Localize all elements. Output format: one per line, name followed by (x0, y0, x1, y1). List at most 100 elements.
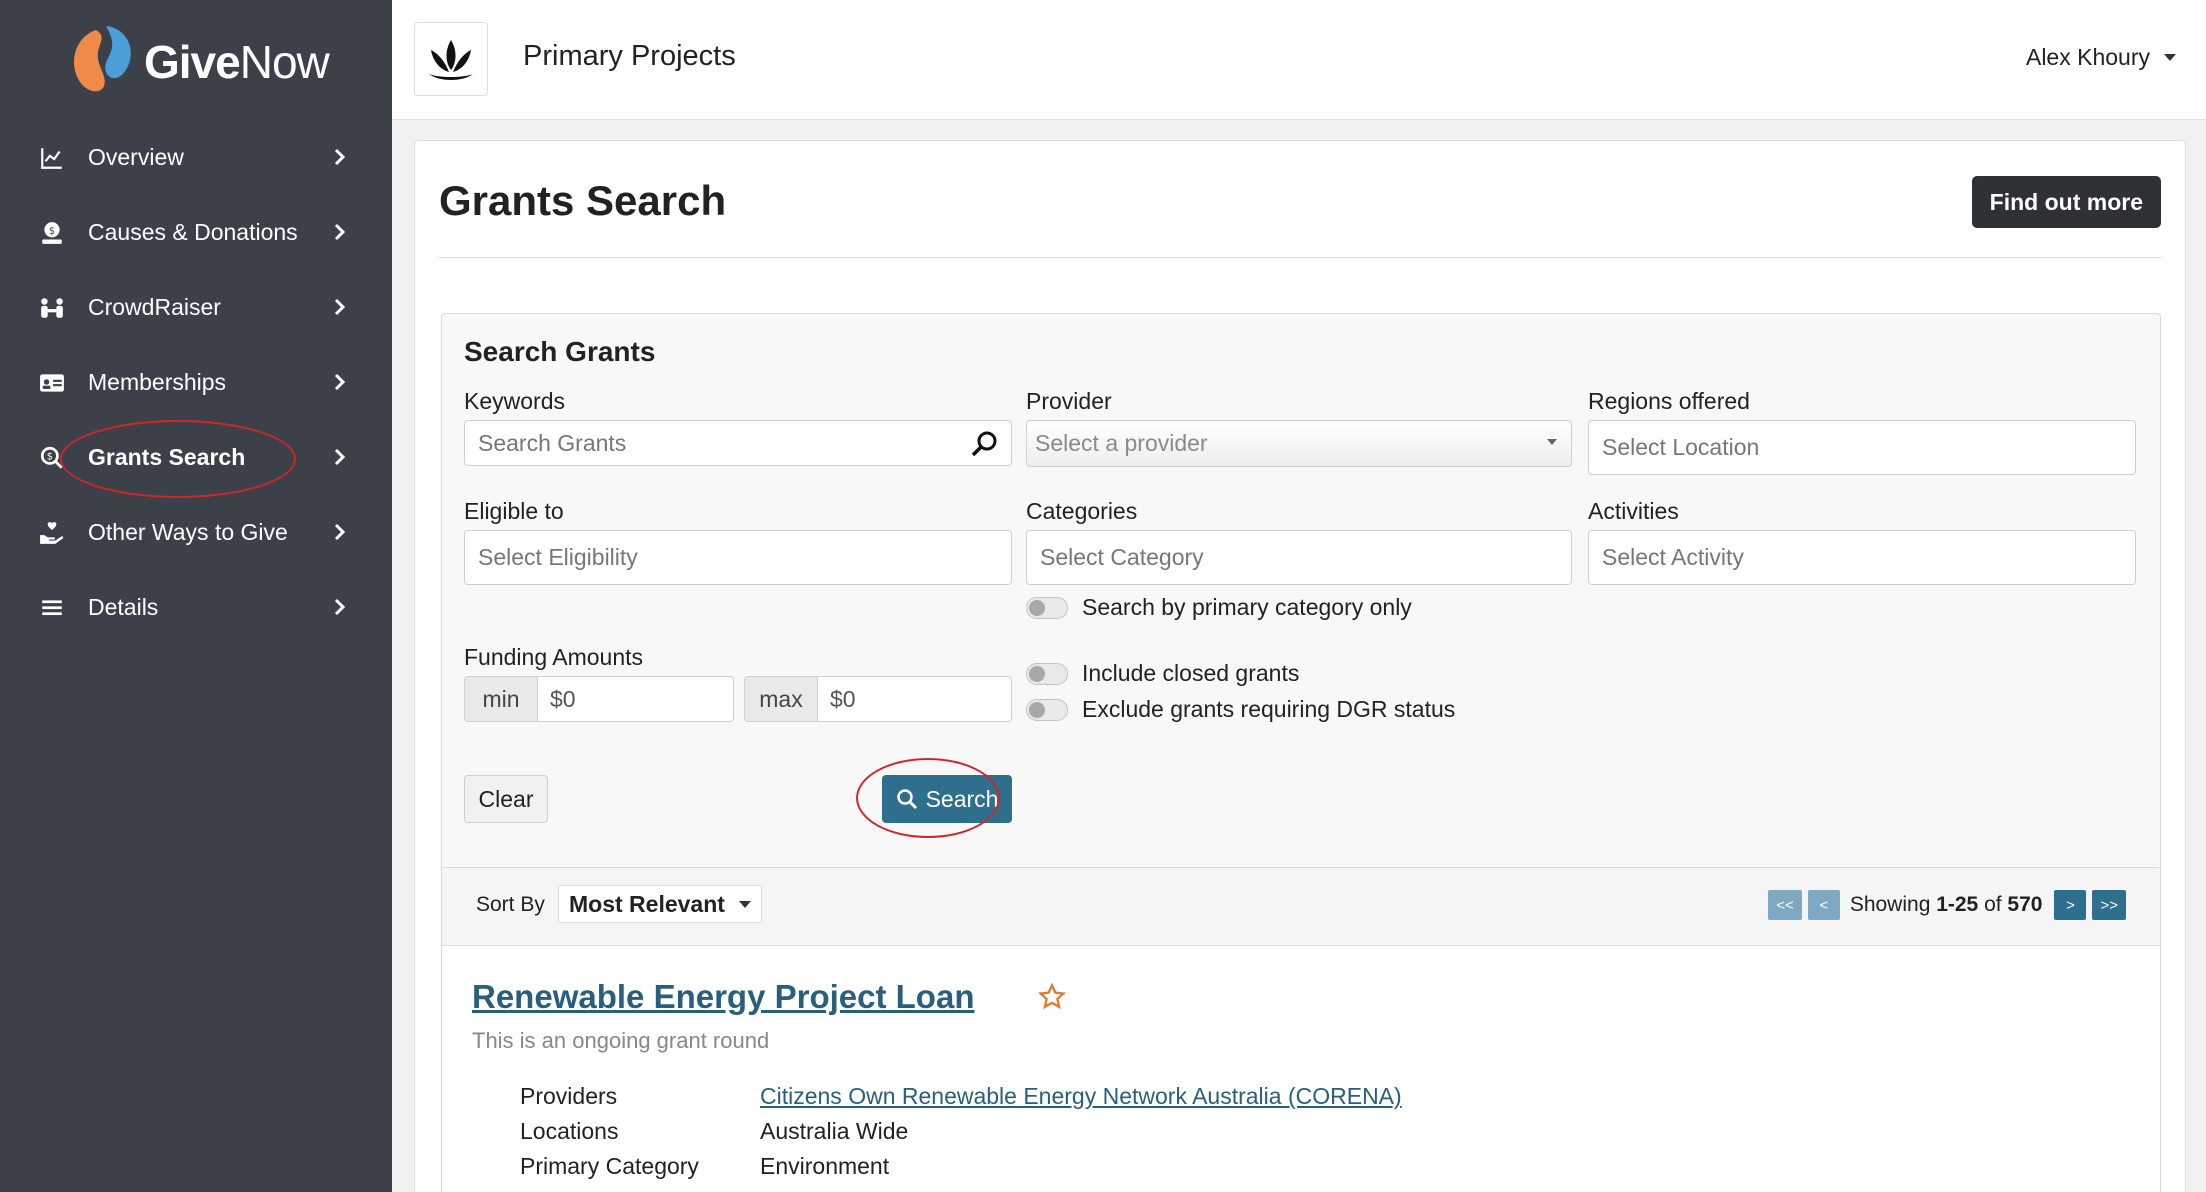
keywords-placeholder: Search Grants (478, 429, 627, 456)
primary-category-toggle[interactable] (1026, 596, 1068, 619)
sidebar-item-crowdraiser[interactable]: CrowdRaiser (0, 270, 392, 345)
eligibility-placeholder: Select Eligibility (478, 544, 638, 570)
locations-label: Locations (520, 1118, 619, 1144)
sidebar-item-overview[interactable]: Overview (0, 120, 392, 195)
regions-placeholder: Select Location (1602, 434, 1760, 460)
caret-down-icon (738, 900, 751, 908)
search-dollar-icon: $ (38, 444, 66, 472)
exclude-dgr-label: Exclude grants requiring DGR status (1082, 696, 1456, 722)
primary-category-value: Environment (760, 1153, 890, 1179)
min-amount-input[interactable]: $0 (538, 676, 734, 722)
prev-page-button[interactable]: < (1807, 890, 1840, 920)
sidebar: GiveNow Overview $ Causes & Donations Cr… (0, 0, 392, 1192)
search-button[interactable]: Search (882, 775, 1012, 823)
hand-heart-icon (38, 519, 66, 547)
sidebar-item-label: Grants Search (88, 444, 246, 470)
next-page-button[interactable]: > (2054, 890, 2087, 920)
brand-logo[interactable]: GiveNow (66, 22, 330, 102)
locations-value: Australia Wide (760, 1118, 909, 1144)
pagination: << < Showing 1-25 of 570 > >> (1762, 890, 2126, 920)
clear-button[interactable]: Clear (464, 775, 548, 823)
sidebar-item-details[interactable]: Details (0, 570, 392, 645)
provider-placeholder: Select a provider (1035, 430, 1208, 456)
exclude-dgr-toggle[interactable] (1026, 698, 1068, 721)
grant-title-link[interactable]: Renewable Energy Project Loan (472, 978, 974, 1016)
sidebar-item-grants-search[interactable]: $ Grants Search (0, 420, 392, 495)
chart-line-icon (38, 144, 66, 172)
exclude-dgr-toggle-row[interactable]: Exclude grants requiring DGR status (1026, 696, 1455, 723)
eligibility-input[interactable]: Select Eligibility (464, 530, 1012, 585)
people-icon (38, 294, 66, 322)
sidebar-item-label: Details (88, 594, 159, 620)
chevron-right-icon (334, 298, 346, 316)
activities-placeholder: Select Activity (1602, 544, 1744, 570)
last-page-button[interactable]: >> (2092, 890, 2126, 920)
activities-input[interactable]: Select Activity (1588, 530, 2136, 585)
sidebar-item-label: Overview (88, 144, 184, 170)
org-name: Primary Projects (523, 40, 736, 72)
find-out-more-button[interactable]: Find out more (1971, 176, 2161, 228)
categories-placeholder: Select Category (1040, 544, 1204, 570)
divider (439, 257, 2161, 258)
page-title: Grants Search (439, 177, 727, 224)
caret-down-icon (2164, 54, 2176, 61)
lotus-icon (429, 40, 473, 80)
main-content: Grants Search Find out more Search Grant… (414, 140, 2186, 1192)
chevron-down-icon (1547, 439, 1557, 445)
max-addon: max (744, 676, 818, 722)
sort-value: Most Relevant (569, 890, 725, 917)
panel-title: Search Grants (464, 336, 656, 367)
results-panel: Sort By Most Relevant << < Showing 1-25 … (441, 867, 2161, 1192)
sidebar-item-label: CrowdRaiser (88, 294, 221, 320)
givenow-logo-icon (74, 26, 131, 92)
max-amount-input[interactable]: $0 (818, 676, 1012, 722)
sort-select[interactable]: Most Relevant (558, 885, 762, 923)
svg-text:$: $ (47, 451, 53, 462)
grant-subtitle: This is an ongoing grant round (472, 1028, 770, 1053)
keywords-label: Keywords (464, 388, 565, 414)
sidebar-nav: Overview $ Causes & Donations CrowdRaise… (0, 120, 392, 645)
sidebar-item-label: Memberships (88, 369, 227, 395)
funding-label: Funding Amounts (464, 644, 644, 670)
sidebar-item-causes[interactable]: $ Causes & Donations (0, 195, 392, 270)
include-closed-toggle[interactable] (1026, 662, 1068, 685)
regions-label: Regions offered (1588, 388, 1750, 414)
provider-link[interactable]: Citizens Own Renewable Energy Network Au… (760, 1083, 1402, 1110)
primary-category-label: Search by primary category only (1082, 594, 1412, 620)
categories-label: Categories (1026, 498, 1138, 524)
showing-count: Showing 1-25 of 570 (1849, 893, 2043, 916)
user-menu[interactable]: Alex Khoury (2026, 44, 2176, 71)
org-logo[interactable] (414, 22, 488, 96)
categories-input[interactable]: Select Category (1026, 530, 1572, 585)
search-icon (971, 431, 997, 457)
brand-name: GiveNow (144, 36, 330, 88)
top-bar: Primary Projects Alex Khoury (392, 0, 2206, 120)
id-card-icon (38, 369, 66, 397)
svg-text:$: $ (49, 226, 55, 237)
first-page-button[interactable]: << (1768, 890, 1802, 920)
provider-label: Provider (1026, 388, 1112, 414)
keywords-input[interactable]: Search Grants (464, 420, 1012, 466)
primary-category-toggle-row[interactable]: Search by primary category only (1026, 594, 1412, 621)
chevron-right-icon (334, 523, 346, 541)
search-button-label: Search (925, 785, 999, 812)
donation-icon: $ (38, 219, 66, 247)
regions-input[interactable]: Select Location (1588, 420, 2136, 475)
sort-by-label: Sort By (476, 893, 545, 916)
sidebar-item-memberships[interactable]: Memberships (0, 345, 392, 420)
providers-label: Providers (520, 1083, 618, 1109)
sidebar-item-label: Other Ways to Give (88, 519, 288, 545)
user-name: Alex Khoury (2025, 44, 2150, 70)
include-closed-toggle-row[interactable]: Include closed grants (1026, 660, 1299, 687)
sidebar-item-other-ways[interactable]: Other Ways to Give (0, 495, 392, 570)
activities-label: Activities (1588, 498, 1679, 524)
include-closed-label: Include closed grants (1082, 660, 1300, 686)
chevron-right-icon (334, 148, 346, 166)
min-addon: min (464, 676, 538, 722)
chevron-right-icon (334, 448, 346, 466)
provider-select[interactable]: Select a provider (1026, 420, 1572, 467)
chevron-right-icon (334, 373, 346, 391)
star-icon[interactable] (1038, 983, 1066, 1011)
primary-category-label: Primary Category (520, 1153, 699, 1179)
chevron-right-icon (334, 223, 346, 241)
